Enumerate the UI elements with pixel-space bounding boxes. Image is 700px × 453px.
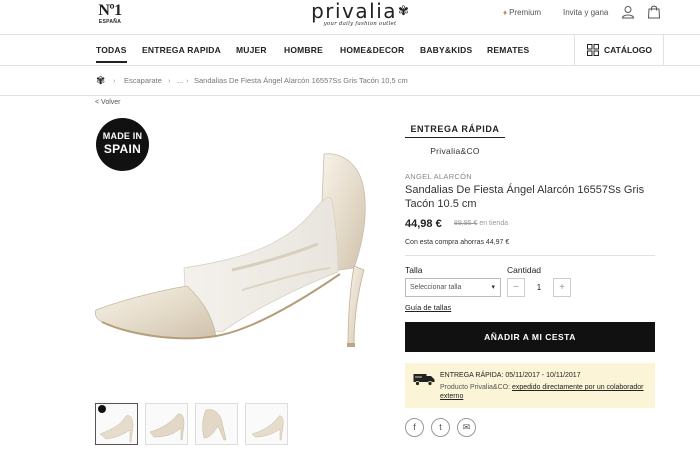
delivery-info-box: ENTREGA RÁPIDA: 05/11/2017 - 10/11/2017 … bbox=[405, 363, 655, 408]
quantity-label: Cantidad bbox=[507, 265, 542, 275]
twitter-share-icon[interactable]: t bbox=[431, 418, 450, 437]
quantity-value[interactable]: 1 bbox=[527, 278, 551, 297]
nav-item-entrega-rapida[interactable]: ENTREGA RAPIDA bbox=[142, 45, 221, 55]
campaign-block[interactable]: ENTREGA RÁPIDA Privalia&CO bbox=[405, 124, 505, 156]
catalog-label: CATÁLOGO bbox=[604, 45, 653, 55]
nav-item-home-decor[interactable]: HOME&DECOR bbox=[340, 45, 404, 55]
top-header: Nº1 ESPAÑA privalia✾ your daily fashion … bbox=[0, 0, 700, 35]
size-select-value: Seleccionar talla bbox=[410, 284, 462, 291]
thumbnail-1[interactable] bbox=[95, 403, 138, 445]
nav-item-baby-kids[interactable]: BABY&KIDS bbox=[420, 45, 472, 55]
delivery-dates: ENTREGA RÁPIDA: 05/11/2017 - 10/11/2017 bbox=[440, 372, 581, 379]
nav-item-todas[interactable]: TODAS bbox=[96, 45, 127, 63]
old-price-value: 89,95 € bbox=[454, 220, 478, 227]
privalia-logo[interactable]: privalia✾ your daily fashion outlet bbox=[300, 1, 420, 27]
thumbnail-shoe-angle bbox=[149, 413, 185, 441]
breadcrumb-item-current: Sandalias De Fiesta Ángel Alarcón 16557S… bbox=[194, 76, 408, 85]
campaign-subtitle: Privalia&CO bbox=[430, 146, 480, 156]
shopping-bag-icon[interactable] bbox=[647, 5, 661, 19]
product-title: Sandalias De Fiesta Ángel Alarcón 16557S… bbox=[405, 184, 645, 210]
premium-link[interactable]: ♦ Premium bbox=[503, 8, 541, 17]
breadcrumb-sep: › bbox=[113, 76, 116, 85]
nav-item-hombre[interactable]: HOMBRE bbox=[284, 45, 323, 55]
delivery-note: Producto Privalia&CO: expedido directame… bbox=[440, 383, 650, 401]
product-brand: ANGEL ALARCÓN bbox=[405, 172, 472, 181]
logo-name: privalia bbox=[311, 0, 398, 23]
thumbnail-shoe-back bbox=[202, 409, 227, 441]
thumbnail-2[interactable] bbox=[145, 403, 188, 445]
breadcrumb-sep: › bbox=[168, 76, 171, 85]
savings-text: Con esta compra ahorras 44,97 € bbox=[405, 239, 510, 246]
badge-country: ESPAÑA bbox=[98, 19, 122, 25]
flower-icon: ✾ bbox=[398, 3, 409, 18]
breadcrumb-item-escaparate[interactable]: Escaparate bbox=[124, 76, 162, 85]
number-one-spain-badge: Nº1 ESPAÑA bbox=[96, 3, 124, 25]
quantity-increment-button[interactable]: + bbox=[553, 278, 571, 297]
badge-number: Nº1 bbox=[98, 2, 122, 19]
grid-icon bbox=[587, 44, 599, 56]
breadcrumb-item-ellipsis[interactable]: ... bbox=[177, 76, 183, 85]
size-label: Talla bbox=[405, 265, 423, 275]
user-icon[interactable] bbox=[621, 5, 635, 19]
add-to-cart-button[interactable]: AÑADIR A MI CESTA bbox=[405, 322, 655, 352]
divider bbox=[405, 255, 655, 256]
diamond-icon: ♦ bbox=[503, 8, 508, 17]
facebook-share-icon[interactable]: f bbox=[405, 418, 424, 437]
thumbnail-3[interactable] bbox=[195, 403, 238, 445]
nav-item-mujer[interactable]: MUJER bbox=[236, 45, 267, 55]
thumbnail-shoe-side bbox=[98, 405, 134, 443]
quantity-decrement-button[interactable]: − bbox=[507, 278, 525, 297]
badge-line1: MADE IN bbox=[102, 131, 143, 141]
breadcrumb-sep: › bbox=[186, 76, 189, 85]
premium-label: Premium bbox=[509, 8, 542, 17]
product-image-shoe bbox=[94, 153, 366, 347]
store-price: 89,95 € en tienda bbox=[454, 220, 508, 227]
size-select[interactable]: Seleccionar talla ▾ bbox=[405, 278, 501, 297]
delivery-prefix: Producto Privalia&CO: bbox=[440, 384, 511, 391]
truck-icon bbox=[413, 374, 435, 386]
email-share-icon[interactable]: ✉ bbox=[457, 418, 476, 437]
catalog-button[interactable]: CATÁLOGO bbox=[574, 35, 664, 66]
breadcrumb: ✾ › Escaparate › ... › Sandalias De Fies… bbox=[0, 66, 700, 96]
product-price: 44,98 € bbox=[405, 218, 442, 230]
chevron-down-icon: ▾ bbox=[491, 284, 495, 291]
invite-link[interactable]: Invita y gana bbox=[563, 8, 608, 17]
thumbnail-4[interactable] bbox=[245, 403, 288, 445]
home-flower-icon[interactable]: ✾ bbox=[96, 74, 105, 87]
nav-item-remates[interactable]: REMATES bbox=[487, 45, 529, 55]
old-price-suffix: en tienda bbox=[479, 220, 509, 227]
campaign-title: ENTREGA RÁPIDA bbox=[405, 124, 505, 138]
thumbnail-shoe-top bbox=[251, 415, 284, 441]
back-link[interactable]: < Volver bbox=[95, 99, 121, 106]
size-guide-link[interactable]: Guía de tallas bbox=[405, 303, 451, 312]
